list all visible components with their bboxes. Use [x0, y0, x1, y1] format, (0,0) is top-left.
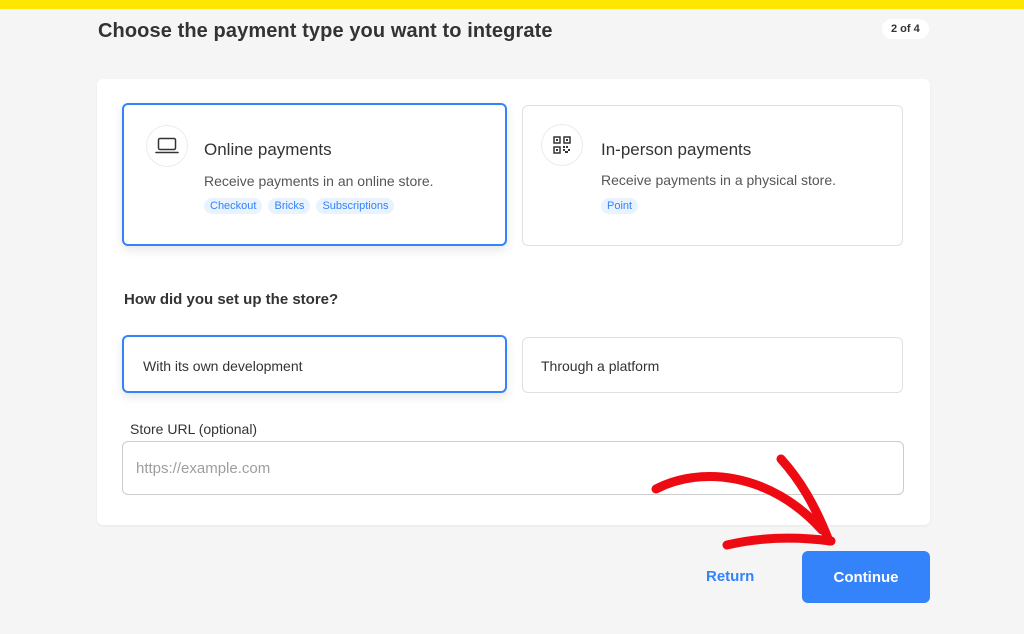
- tag-subscriptions: Subscriptions: [316, 198, 395, 214]
- store-url-input[interactable]: [122, 441, 904, 495]
- setup-option-platform[interactable]: Through a platform: [522, 337, 903, 393]
- payment-option-tags: Checkout Bricks Subscriptions: [204, 198, 395, 214]
- payment-option-title: In-person payments: [601, 140, 752, 159]
- payment-option-in-person[interactable]: In-person payments Receive payments in a…: [522, 105, 903, 246]
- tag-point: Point: [601, 198, 639, 214]
- tag-bricks: Bricks: [268, 198, 311, 214]
- store-setup-question: How did you set up the store?: [124, 291, 339, 308]
- step-indicator-badge: 2 of 4: [882, 19, 929, 39]
- setup-option-label: With its own development: [143, 358, 303, 374]
- top-accent-bar: [0, 0, 1024, 9]
- store-url-label: Store URL (optional): [130, 421, 258, 437]
- setup-option-own-development[interactable]: With its own development: [122, 335, 507, 393]
- return-button[interactable]: Return: [700, 566, 760, 587]
- qr-code-icon: [541, 124, 583, 166]
- payment-option-description: Receive payments in an online store.: [204, 173, 434, 189]
- payment-option-title: Online payments: [204, 140, 332, 159]
- setup-option-label: Through a platform: [541, 358, 660, 374]
- payment-option-online[interactable]: Online payments Receive payments in an o…: [122, 103, 507, 246]
- tag-checkout: Checkout: [204, 198, 263, 214]
- integration-form-card: Online payments Receive payments in an o…: [97, 79, 930, 525]
- continue-button[interactable]: Continue: [802, 551, 930, 603]
- payment-option-tags: Point: [601, 198, 639, 214]
- page-title: Choose the payment type you want to inte…: [98, 20, 553, 42]
- laptop-icon: [146, 125, 188, 167]
- payment-option-description: Receive payments in a physical store.: [601, 172, 836, 188]
